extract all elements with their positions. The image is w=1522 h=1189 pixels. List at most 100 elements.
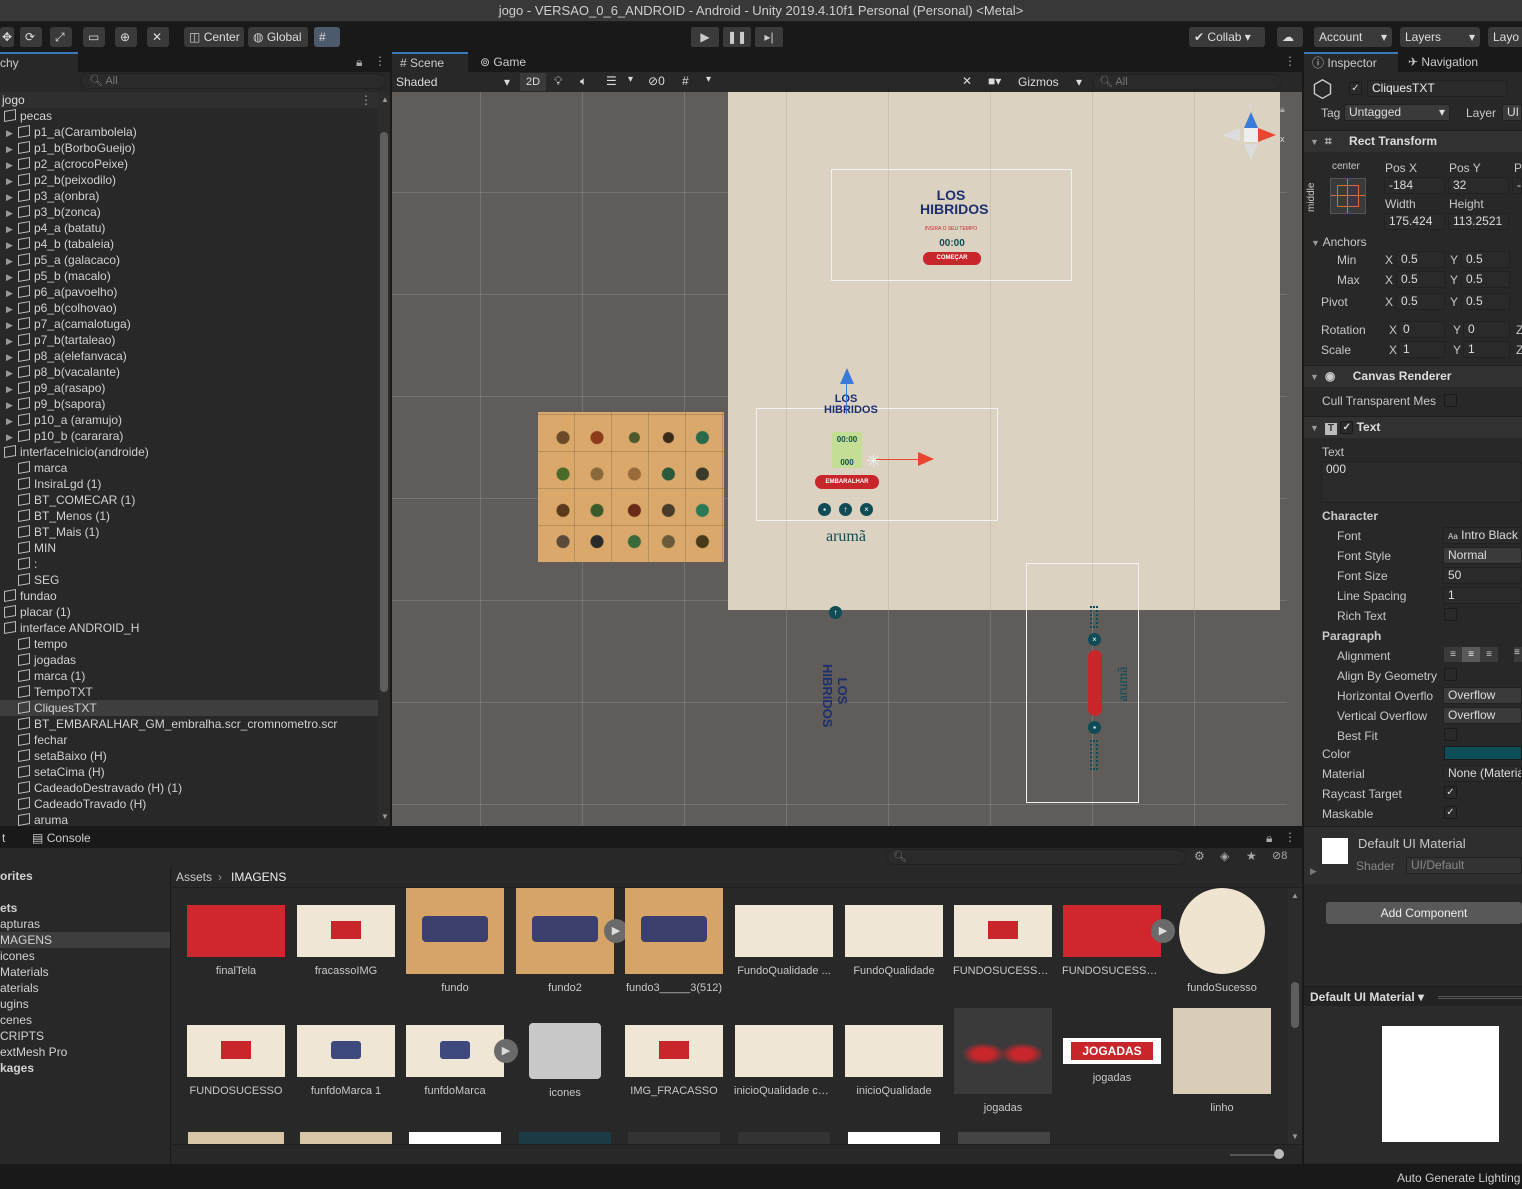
rect-tool-icon[interactable]: ▭ xyxy=(83,27,105,47)
gizmo-lock-icon[interactable]: 🔒︎ xyxy=(1280,104,1288,115)
embaralhar-rotated[interactable] xyxy=(1088,650,1102,716)
anchor-max-y-field[interactable]: 0.5 xyxy=(1461,271,1510,288)
text-component-header[interactable]: ▼ T ✓ Text xyxy=(1304,416,1522,438)
embaralhar-button[interactable]: EMBARALHAR xyxy=(815,475,879,489)
asset-scroll-up-icon[interactable]: ▲ xyxy=(1291,891,1299,900)
expand-arrow-icon[interactable]: ▶ xyxy=(6,189,18,205)
font-field[interactable]: Aa Intro Black xyxy=(1443,527,1522,544)
expand-arrow-icon[interactable]: ▶ xyxy=(6,333,18,349)
hierarchy-item[interactable]: ▶ p3_b(zonca) xyxy=(0,204,378,220)
rich-text-checkbox[interactable] xyxy=(1444,608,1457,621)
project-tree-item[interactable]: ets xyxy=(0,900,170,916)
asset-scroll-down-icon[interactable]: ▼ xyxy=(1291,1132,1299,1141)
asset-partial[interactable] xyxy=(848,1132,940,1144)
asset-item[interactable]: fundo3_____3(512) xyxy=(624,888,724,994)
canvas-renderer-header[interactable]: ▼ ◉ Canvas Renderer xyxy=(1304,365,1522,387)
hierarchy-item[interactable]: ▶ p2_b(peixodilo) xyxy=(0,172,378,188)
object-name-field[interactable]: CliquesTXT xyxy=(1367,80,1507,97)
custom-tool-icon[interactable]: ✕ xyxy=(147,27,169,47)
pivot-gizmo-icon[interactable]: ✳ xyxy=(866,451,881,472)
hierarchy-item[interactable]: ▶ p5_a (galacaco) xyxy=(0,252,378,268)
pos-z-field[interactable]: - xyxy=(1512,177,1522,194)
asset-partial[interactable] xyxy=(300,1132,392,1144)
favorite-star-icon[interactable]: ★ xyxy=(1246,849,1257,863)
expand-arrow-icon[interactable]: ▶ xyxy=(6,397,18,413)
project-tree-item[interactable]: MAGENS xyxy=(0,932,170,948)
hierarchy-item[interactable]: ▶ p4_a (batatu) xyxy=(0,220,378,236)
asset-item[interactable]: inicioQualidade xyxy=(844,1008,944,1097)
pause-button[interactable]: ❚❚ xyxy=(723,27,751,47)
breadcrumb-assets[interactable]: Assets xyxy=(176,870,212,884)
active-checkbox[interactable]: ✓ xyxy=(1349,82,1362,95)
asset-item[interactable]: inicioQualidade cópia xyxy=(734,1008,834,1097)
scale-tool-icon[interactable]: ⤢ xyxy=(50,27,72,47)
pos-y-field[interactable]: 32 xyxy=(1448,177,1509,194)
expand-arrow-icon[interactable]: ▶ xyxy=(6,173,18,189)
expand-arrow-icon[interactable]: ▶ xyxy=(6,125,18,141)
scene-menu-icon[interactable]: ⋮ xyxy=(1284,54,1296,68)
rect-transform-header[interactable]: ▼ ⌗ Rect Transform xyxy=(1304,130,1522,152)
hierarchy-item[interactable]: InsiraLgd (1) xyxy=(0,476,378,492)
asset-scroll-thumb[interactable] xyxy=(1291,982,1299,1028)
expand-arrow-icon[interactable]: ▶ xyxy=(6,381,18,397)
effects-dropdown-icon[interactable]: ▾ xyxy=(628,74,633,85)
collab-dropdown[interactable]: ✔ Collab ▾ xyxy=(1189,27,1265,47)
hierarchy-item[interactable]: ▶ p9_a(rasapo) xyxy=(0,380,378,396)
tab-inspector[interactable]: ⓘ Inspector xyxy=(1304,52,1398,72)
asset-item[interactable]: FundoQualidade xyxy=(844,888,944,977)
asset-size-slider-thumb[interactable] xyxy=(1274,1149,1284,1159)
hierarchy-item[interactable]: BT_COMECAR (1) xyxy=(0,492,378,508)
shader-dropdown[interactable]: UI/Default xyxy=(1406,857,1522,874)
hierarchy-item[interactable]: CadeadoTravado (H) xyxy=(0,796,378,812)
kebab-menu-icon[interactable]: ⋮ xyxy=(374,54,386,68)
asset-item[interactable]: fracassoIMG xyxy=(296,888,396,977)
width-field[interactable]: 175.424 xyxy=(1384,213,1445,230)
expand-arrow-icon[interactable]: ▶ xyxy=(6,317,18,333)
asset-item[interactable]: ▶ fundo2 xyxy=(515,888,628,994)
text-content-area[interactable]: 000 xyxy=(1321,461,1522,503)
align-left-icon[interactable]: ≡ xyxy=(1444,647,1462,662)
scale-y-field[interactable]: 1 xyxy=(1463,341,1510,358)
asset-partial[interactable] xyxy=(958,1132,1050,1144)
comecar-button[interactable]: COMEÇAR xyxy=(923,252,981,265)
hierarchy-search-input[interactable]: 🔍︎ All xyxy=(80,73,386,89)
hierarchy-item[interactable]: fundao xyxy=(0,588,378,604)
account-dropdown[interactable]: Account ▾ xyxy=(1314,27,1392,47)
align-center-icon[interactable]: ≡ xyxy=(1462,647,1480,662)
breadcrumb-imagens[interactable]: IMAGENS xyxy=(231,870,286,884)
hierarchy-item[interactable]: SEG xyxy=(0,572,378,588)
align-top-icon[interactable]: ≡ xyxy=(1514,647,1522,662)
asset-item[interactable]: finalTela xyxy=(186,888,286,977)
gizmo-y-axis[interactable] xyxy=(846,384,847,414)
asset-item[interactable]: icones xyxy=(515,1008,615,1099)
close-button-icon[interactable]: × xyxy=(860,503,873,516)
project-tree-item[interactable] xyxy=(0,884,170,900)
expand-arrow-icon[interactable]: ▶ xyxy=(6,365,18,381)
gizmo-negz-cone[interactable] xyxy=(1244,144,1258,160)
color-swatch[interactable] xyxy=(1444,746,1522,760)
hierarchy-item[interactable]: MIN xyxy=(0,540,378,556)
hierarchy-item[interactable]: BT_Menos (1) xyxy=(0,508,378,524)
project-tree-item[interactable]: icones xyxy=(0,948,170,964)
expand-arrow-icon[interactable]: ▶ xyxy=(6,237,18,253)
gizmo-x-cone[interactable] xyxy=(1258,128,1276,142)
preview-drag-handle[interactable] xyxy=(1438,996,1522,999)
asset-item[interactable]: IMG_FRACASSO xyxy=(624,1008,724,1097)
hierarchy-item[interactable]: interfaceInicio(androide) xyxy=(0,444,378,460)
hierarchy-item[interactable]: ▶ p10_b (cararara) xyxy=(0,428,378,444)
line-spacing-field[interactable]: 1 xyxy=(1443,587,1522,604)
camera-icon[interactable]: ■▾ xyxy=(988,74,1001,88)
expand-arrow-icon[interactable]: ▶ xyxy=(6,429,18,445)
project-tree-item[interactable]: kages xyxy=(0,1060,170,1076)
expand-arrow-icon[interactable]: ▶ xyxy=(6,349,18,365)
expand-arrow-icon[interactable]: ▶ xyxy=(6,269,18,285)
font-size-field[interactable]: 50 xyxy=(1443,567,1522,584)
hierarchy-item[interactable]: tempo xyxy=(0,636,378,652)
gizmo-center-cube[interactable] xyxy=(1244,128,1258,142)
asset-item[interactable]: ▶ funfdoMarca xyxy=(405,1008,518,1097)
gizmo-x-arrow[interactable] xyxy=(918,452,934,466)
scene-menu-icon[interactable]: ⋮ xyxy=(360,92,372,108)
preview-title-dropdown[interactable]: Default UI Material ▾ xyxy=(1310,990,1424,1004)
hierarchy-item[interactable]: BT_Mais (1) xyxy=(0,524,378,540)
align-geometry-checkbox[interactable] xyxy=(1444,668,1457,681)
